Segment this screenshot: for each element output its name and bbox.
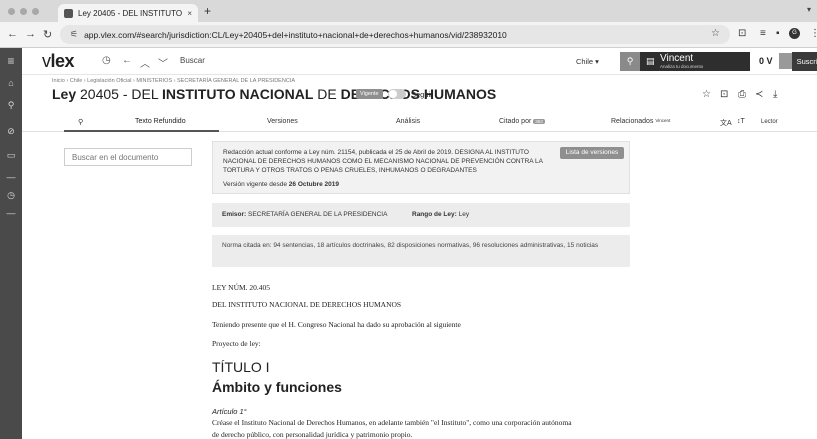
- subscribe-button[interactable]: Suscríbete: [792, 52, 817, 71]
- version-date-line: Versión vigente desde 26 Octubre 2019: [223, 181, 340, 188]
- search-field[interactable]: Buscar: [180, 56, 205, 65]
- follow-label[interactable]: Seguir: [411, 90, 433, 99]
- window-maximize-dot[interactable]: [32, 8, 39, 15]
- app-top-nav: vlex ◷ ← ︿ ﹀ Buscar Chile ▾ ⚲ ▤ Vincent …: [22, 48, 817, 75]
- article-heading: Artículo 1°: [212, 407, 247, 416]
- download-icon[interactable]: ⤓: [773, 89, 777, 100]
- breadcrumb[interactable]: Inicio › Chile › Legislación Oficial › M…: [52, 78, 295, 84]
- text-size-icon[interactable]: ↕T: [737, 118, 745, 125]
- cited-in-box: Norma citada en: 94 sentencias, 18 artíc…: [212, 235, 630, 267]
- window-minimize-dot[interactable]: [20, 8, 27, 15]
- forward-arrow-icon[interactable]: →: [25, 28, 36, 40]
- law-number: LEY NÚM. 20.405: [212, 283, 271, 292]
- search-icon[interactable]: ⚲: [78, 118, 83, 126]
- star-icon[interactable]: ☆: [702, 89, 711, 100]
- history-clock-icon[interactable]: ◷: [102, 55, 111, 66]
- chevron-up-icon[interactable]: ︿: [140, 55, 150, 70]
- document-header: Inicio › Chile › Legislación Oficial › M…: [22, 75, 817, 113]
- browser-tab-bar: Ley 20405 - DEL INSTITUTO × + ▾: [0, 0, 817, 22]
- document-icon: ▤: [646, 56, 655, 66]
- site-settings-icon[interactable]: ⚟: [70, 29, 78, 40]
- tab-analisis[interactable]: Análisis: [396, 118, 420, 125]
- cited-in-text[interactable]: Norma citada en: 94 sentencias, 18 artíc…: [222, 241, 617, 251]
- version-info-text: Redacción actual conforme a Ley núm. 211…: [223, 149, 543, 174]
- country-select[interactable]: Chile ▾: [576, 57, 599, 66]
- browser-toolbar: ← → ↻ ⚟ app.vlex.com/#search/jurisdictio…: [0, 22, 817, 48]
- back-arrow-icon[interactable]: ←: [122, 55, 132, 66]
- vlex-logo[interactable]: vlex: [42, 51, 75, 72]
- tab-citado-por[interactable]: Citado por 363: [499, 118, 545, 125]
- tab-title: Ley 20405 - DEL INSTITUTO: [78, 8, 183, 18]
- media-icon[interactable]: ≡: [760, 28, 766, 39]
- rango-line: Rango de Ley: Ley: [412, 211, 470, 218]
- chevron-down-icon[interactable]: ﹀: [158, 55, 168, 70]
- document-search-input[interactable]: [64, 148, 192, 166]
- versions-list-button[interactable]: Lista de versiones: [560, 147, 624, 159]
- tab-relacionados[interactable]: Relacionados Vincent: [611, 118, 670, 125]
- search-button[interactable]: ⚲: [620, 52, 640, 71]
- hamburger-menu-icon[interactable]: ≡: [6, 54, 16, 68]
- status-badge: Vigente: [356, 89, 383, 99]
- active-tab-indicator: [64, 130, 219, 132]
- follow-toggle[interactable]: [388, 89, 406, 99]
- window-close-dot[interactable]: [8, 8, 15, 15]
- profile-avatar[interactable]: G: [789, 28, 800, 39]
- back-arrow-icon[interactable]: ←: [7, 28, 18, 40]
- left-rail: ≡ ⌂ ⚲ ⊘ ▭ — ◷ —: [0, 48, 22, 439]
- divider-icon: —: [6, 208, 16, 218]
- reader-mode-button[interactable]: Lector: [761, 119, 778, 125]
- bookmark-star-icon[interactable]: ☆: [711, 28, 720, 39]
- version-info-box: Redacción actual conforme a Ley núm. 211…: [212, 141, 630, 194]
- preamble-text: Teniendo presente que el H. Congreso Nac…: [212, 320, 461, 329]
- home-icon[interactable]: ⌂: [6, 78, 16, 88]
- folder-icon[interactable]: ▭: [6, 150, 16, 161]
- translate-icon[interactable]: 文A: [720, 118, 732, 128]
- new-tab-button[interactable]: +: [204, 4, 211, 18]
- document-tabs: ⚲ Texto Refundido Versiones Análisis Cit…: [22, 113, 817, 132]
- search-icon[interactable]: ⚲: [6, 100, 16, 111]
- reload-icon[interactable]: ↻: [43, 28, 52, 41]
- divider-icon: —: [6, 172, 16, 182]
- sidepanel-icon[interactable]: ▪: [776, 28, 780, 39]
- tab-texto-refundido[interactable]: Texto Refundido: [135, 118, 186, 125]
- citado-count-badge: 363: [533, 118, 545, 124]
- tab-close-icon[interactable]: ×: [187, 9, 192, 18]
- share-icon[interactable]: ≺: [755, 89, 763, 100]
- user-name: Vincent: [660, 53, 694, 64]
- credits-label[interactable]: 0 V: [759, 56, 773, 66]
- address-bar[interactable]: ⚟ app.vlex.com/#search/jurisdiction:CL/L…: [60, 25, 730, 44]
- folder-add-icon[interactable]: ⊡: [720, 89, 728, 100]
- tab-menu-chevron-icon[interactable]: ▾: [807, 5, 811, 14]
- compass-icon[interactable]: ⊘: [6, 126, 16, 137]
- emisor-line: Emisor: SECRETARÍA GENERAL DE LA PRESIDE…: [222, 211, 388, 218]
- law-name: DEL INSTITUTO NACIONAL DE DERECHOS HUMAN…: [212, 300, 402, 309]
- history-icon[interactable]: ◷: [6, 190, 16, 201]
- article-paragraph-line2: de derecho público, con personalidad jur…: [212, 430, 413, 439]
- vincent-assistant-button[interactable]: ▤ Vincent Analiza tu documento: [640, 52, 750, 71]
- browser-tab[interactable]: Ley 20405 - DEL INSTITUTO ×: [58, 4, 198, 22]
- proyecto-text: Proyecto de ley:: [212, 339, 261, 348]
- article-paragraph-line1: Créase el Instituto Nacional de Derechos…: [212, 418, 572, 427]
- section-heading: Ámbito y funciones: [212, 379, 342, 395]
- extensions-icon[interactable]: ⊡: [738, 28, 746, 39]
- avatar[interactable]: [779, 53, 793, 69]
- chrome-menu-icon[interactable]: ⋮: [810, 28, 817, 39]
- emisor-box: Emisor: SECRETARÍA GENERAL DE LA PRESIDE…: [212, 203, 630, 227]
- title-heading: TÍTULO I: [212, 359, 270, 375]
- user-subtitle: Analiza tu documento: [660, 64, 704, 69]
- favicon-icon: [64, 8, 73, 18]
- url-text: app.vlex.com/#search/jurisdiction:CL/Ley…: [84, 29, 507, 40]
- print-icon[interactable]: ⎙: [738, 89, 746, 100]
- tab-versiones[interactable]: Versiones: [267, 118, 298, 125]
